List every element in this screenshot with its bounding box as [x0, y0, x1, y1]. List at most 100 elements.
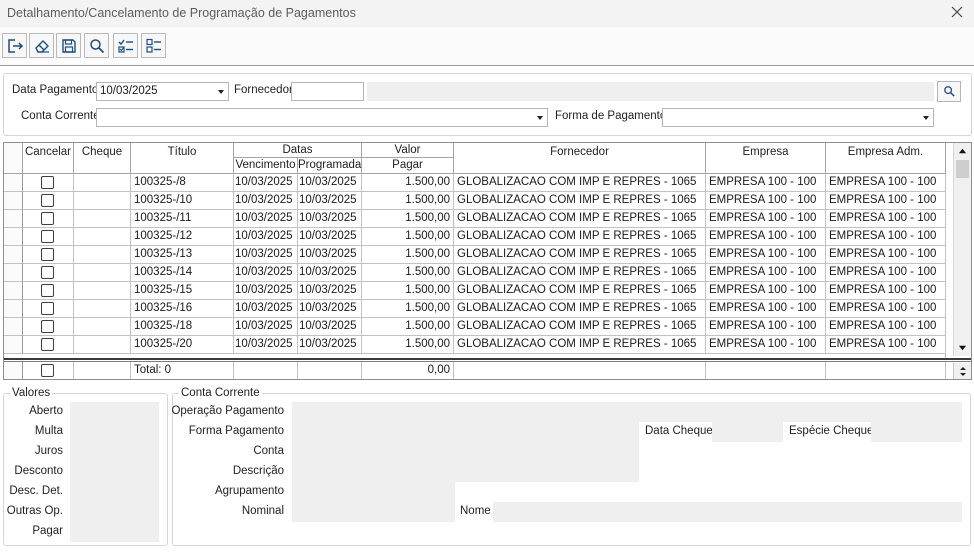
cheque-cell[interactable]	[74, 336, 131, 354]
cheque-cell[interactable]	[74, 210, 131, 228]
titulo-cell[interactable]: 100325-/8	[131, 174, 234, 192]
cancelar-cell[interactable]	[23, 264, 74, 282]
cancelar-cell[interactable]	[23, 210, 74, 228]
valor-cell[interactable]: 1.500,00	[362, 264, 454, 282]
fornecedor-cell[interactable]: GLOBALIZACAO COM IMP E REPRES - 1065	[454, 228, 706, 246]
programada-cell[interactable]: 10/03/2025	[298, 192, 362, 210]
cancel-checkbox[interactable]	[41, 176, 54, 189]
valor-cell[interactable]: 1.500,00	[362, 336, 454, 354]
titulo-cell[interactable]: 100325-/15	[131, 282, 234, 300]
programada-cell[interactable]: 10/03/2025	[298, 228, 362, 246]
titulo-cell[interactable]: 100325-/14	[131, 264, 234, 282]
valor-cell[interactable]: 1.500,00	[362, 282, 454, 300]
header-cancelar[interactable]: Cancelar	[23, 143, 74, 174]
cheque-cell[interactable]	[74, 282, 131, 300]
row-indicator[interactable]	[4, 282, 23, 300]
row-indicator[interactable]	[4, 228, 23, 246]
cheque-cell[interactable]	[74, 192, 131, 210]
header-fornecedor[interactable]: Fornecedor	[454, 143, 706, 174]
cheque-cell[interactable]	[74, 318, 131, 336]
header-programada[interactable]: Programada	[298, 158, 362, 174]
cancelar-cell[interactable]	[23, 318, 74, 336]
totals-spinner[interactable]	[953, 363, 971, 379]
empresa-cell[interactable]: EMPRESA 100 - 100	[706, 300, 826, 318]
row-indicator[interactable]	[4, 174, 23, 192]
header-cheque[interactable]: Cheque	[74, 143, 131, 174]
row-indicator[interactable]	[4, 210, 23, 228]
vencimento-cell[interactable]: 10/03/2025	[234, 300, 298, 318]
scroll-up-icon[interactable]	[955, 144, 970, 159]
empresa-adm-cell[interactable]: EMPRESA 100 - 100	[826, 318, 946, 336]
empresa-cell[interactable]: EMPRESA 100 - 100	[706, 174, 826, 192]
check-all-button[interactable]	[113, 33, 138, 58]
data-pagamento-select[interactable]: 10/03/2025	[96, 82, 229, 101]
titulo-cell[interactable]: 100325-/10	[131, 192, 234, 210]
save-button[interactable]	[56, 33, 81, 58]
forma-pagamento-select[interactable]	[662, 108, 934, 127]
cheque-cell[interactable]	[74, 174, 131, 192]
scroll-down-icon[interactable]	[955, 340, 970, 355]
empresa-cell[interactable]: EMPRESA 100 - 100	[706, 228, 826, 246]
vencimento-cell[interactable]: 10/03/2025	[234, 336, 298, 354]
vencimento-cell[interactable]: 10/03/2025	[234, 246, 298, 264]
titulo-cell[interactable]: 100325-/20	[131, 336, 234, 354]
titulo-cell[interactable]: 100325-/13	[131, 246, 234, 264]
header-empresa[interactable]: Empresa	[706, 143, 826, 174]
fornecedor-cell[interactable]: GLOBALIZACAO COM IMP E REPRES - 1065	[454, 192, 706, 210]
fornecedor-search-button[interactable]	[937, 81, 961, 102]
cheque-cell[interactable]	[74, 228, 131, 246]
row-indicator[interactable]	[4, 246, 23, 264]
vencimento-cell[interactable]: 10/03/2025	[234, 318, 298, 336]
cancel-checkbox[interactable]	[41, 302, 54, 315]
programada-cell[interactable]: 10/03/2025	[298, 300, 362, 318]
vencimento-cell[interactable]: 10/03/2025	[234, 228, 298, 246]
cancelar-cell[interactable]	[23, 246, 74, 264]
cancel-checkbox[interactable]	[41, 266, 54, 279]
cancelar-cell[interactable]	[23, 228, 74, 246]
programada-cell[interactable]: 10/03/2025	[298, 336, 362, 354]
fornecedor-cell[interactable]: GLOBALIZACAO COM IMP E REPRES - 1065	[454, 282, 706, 300]
header-pagar[interactable]: Pagar	[362, 158, 454, 174]
cheque-cell[interactable]	[74, 264, 131, 282]
empresa-adm-cell[interactable]: EMPRESA 100 - 100	[826, 246, 946, 264]
empresa-adm-cell[interactable]: EMPRESA 100 - 100	[826, 210, 946, 228]
grid-vertical-scrollbar[interactable]	[953, 143, 971, 356]
empresa-cell[interactable]: EMPRESA 100 - 100	[706, 318, 826, 336]
empresa-adm-cell[interactable]: EMPRESA 100 - 100	[826, 282, 946, 300]
empresa-cell[interactable]: EMPRESA 100 - 100	[706, 264, 826, 282]
fornecedor-cell[interactable]: GLOBALIZACAO COM IMP E REPRES - 1065	[454, 336, 706, 354]
empresa-cell[interactable]: EMPRESA 100 - 100	[706, 282, 826, 300]
header-empresa-adm[interactable]: Empresa Adm.	[826, 143, 946, 174]
empresa-adm-cell[interactable]: EMPRESA 100 - 100	[826, 336, 946, 354]
vencimento-cell[interactable]: 10/03/2025	[234, 264, 298, 282]
uncheck-all-button[interactable]	[141, 33, 166, 58]
valor-cell[interactable]: 1.500,00	[362, 210, 454, 228]
titulo-cell[interactable]: 100325-/18	[131, 318, 234, 336]
totals-cancel-checkbox[interactable]	[41, 364, 54, 377]
vencimento-cell[interactable]: 10/03/2025	[234, 282, 298, 300]
valor-cell[interactable]: 1.500,00	[362, 228, 454, 246]
cheque-cell[interactable]	[74, 246, 131, 264]
cancel-checkbox[interactable]	[41, 248, 54, 261]
row-indicator[interactable]	[4, 318, 23, 336]
programada-cell[interactable]: 10/03/2025	[298, 318, 362, 336]
titulo-cell[interactable]: 100325-/16	[131, 300, 234, 318]
cancel-checkbox[interactable]	[41, 320, 54, 333]
cancel-checkbox[interactable]	[41, 194, 54, 207]
fornecedor-code-input[interactable]	[291, 82, 364, 101]
empresa-adm-cell[interactable]: EMPRESA 100 - 100	[826, 264, 946, 282]
valor-cell[interactable]: 1.500,00	[362, 246, 454, 264]
vencimento-cell[interactable]: 10/03/2025	[234, 192, 298, 210]
search-button[interactable]	[84, 33, 109, 58]
cancelar-cell[interactable]	[23, 174, 74, 192]
header-titulo[interactable]: Título	[131, 143, 234, 174]
header-vencimento[interactable]: Vencimento	[234, 158, 298, 174]
close-icon[interactable]	[948, 3, 966, 21]
clear-button[interactable]	[29, 33, 54, 58]
fornecedor-cell[interactable]: GLOBALIZACAO COM IMP E REPRES - 1065	[454, 246, 706, 264]
fornecedor-cell[interactable]: GLOBALIZACAO COM IMP E REPRES - 1065	[454, 264, 706, 282]
cancelar-cell[interactable]	[23, 336, 74, 354]
fornecedor-cell[interactable]: GLOBALIZACAO COM IMP E REPRES - 1065	[454, 318, 706, 336]
programada-cell[interactable]: 10/03/2025	[298, 210, 362, 228]
conta-corrente-select[interactable]	[96, 108, 548, 127]
